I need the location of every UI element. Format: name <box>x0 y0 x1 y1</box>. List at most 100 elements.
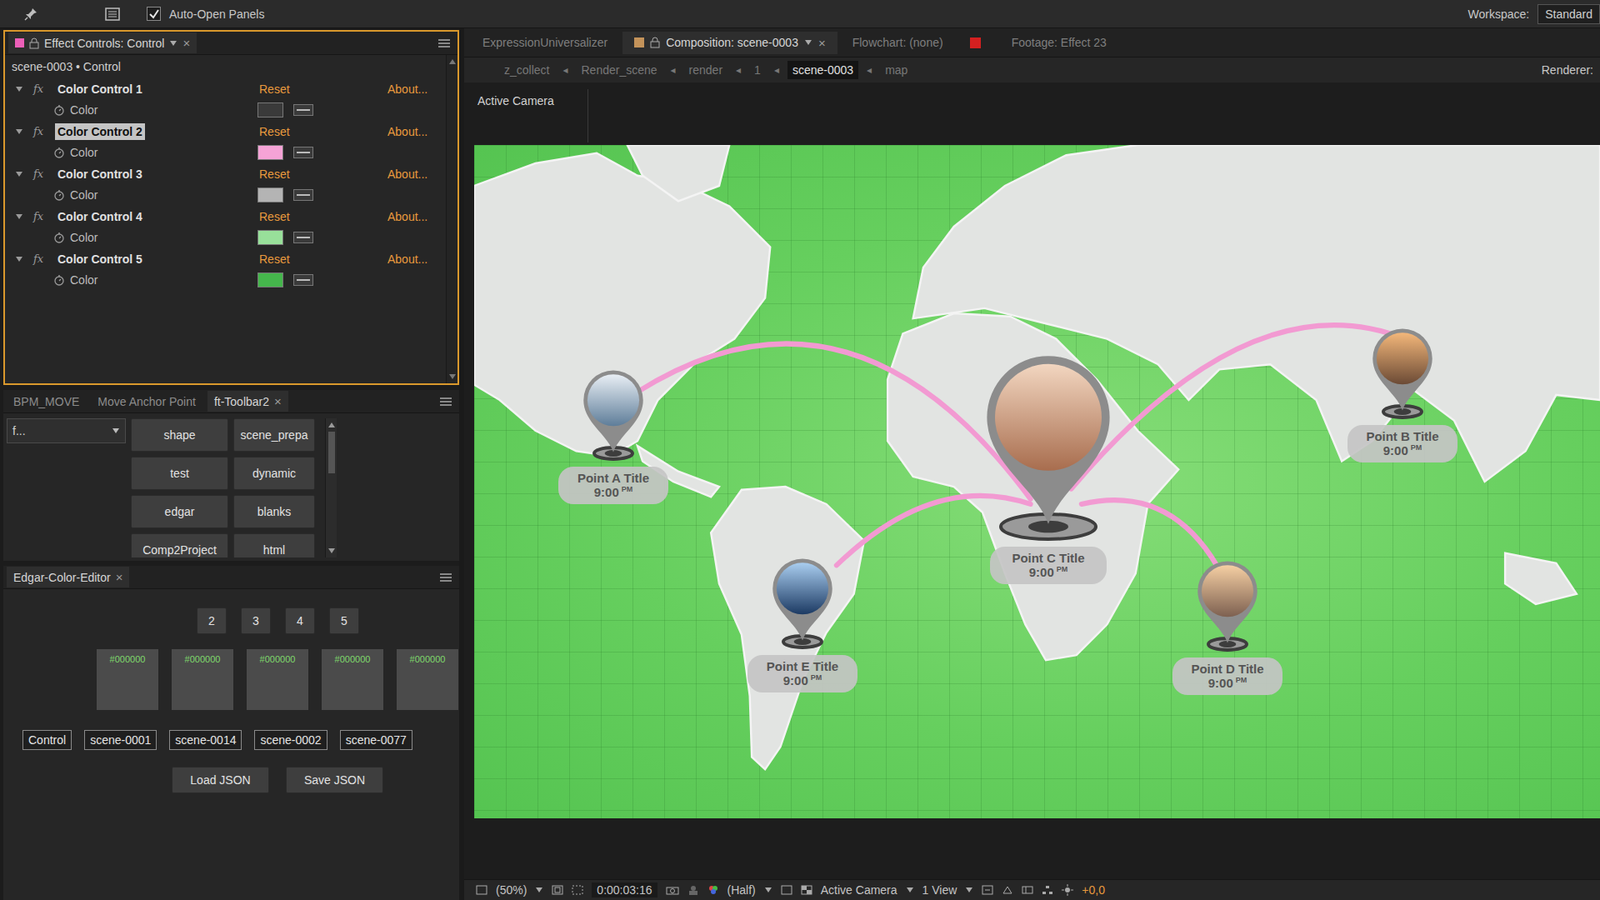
breadcrumb[interactable]: z_collect <box>499 60 555 80</box>
toggle-pixel-aspect-icon[interactable] <box>981 885 994 895</box>
world-map[interactable]: Point A Title9:00PMPoint B Title9:00PMPo… <box>474 145 1600 819</box>
script-button[interactable]: dynamic <box>233 456 315 490</box>
transparency-grid-icon[interactable] <box>800 885 813 895</box>
location-pin-icon[interactable] <box>1195 560 1260 645</box>
auto-open-label[interactable]: Auto-Open Panels <box>169 7 265 21</box>
script-button[interactable]: test <box>130 456 229 490</box>
tab-label[interactable]: Move Anchor Point <box>97 395 196 409</box>
channel-icon[interactable] <box>707 884 720 896</box>
panel-menu-icon[interactable] <box>439 396 453 407</box>
dropdown-arrow-icon[interactable] <box>111 427 120 435</box>
effect-name[interactable]: Color Control 1 <box>55 80 145 98</box>
breadcrumb[interactable]: scene-0003 <box>787 60 859 80</box>
color-swatch[interactable] <box>257 230 284 245</box>
map-point[interactable]: Point C Title9:00PM <box>956 353 1140 585</box>
mask-visibility-icon[interactable] <box>571 885 584 895</box>
script-button[interactable]: scene_prepa <box>233 418 315 452</box>
script-button[interactable]: html <box>233 533 315 558</box>
resolution-select[interactable]: (Half) <box>727 883 756 897</box>
breadcrumb[interactable]: render <box>684 60 728 80</box>
eyedropper-icon[interactable] <box>293 104 314 116</box>
reset-link[interactable]: Reset <box>259 252 388 266</box>
workspace-select[interactable]: Standard <box>1537 4 1600 25</box>
location-pin-icon[interactable] <box>580 369 646 454</box>
scroll-down-icon[interactable] <box>448 373 457 380</box>
tab-label[interactable]: ExpressionUniversalizer <box>482 35 608 50</box>
dropdown-arrow-icon[interactable] <box>169 40 178 47</box>
color-swatch[interactable]: #000000 <box>96 649 159 710</box>
dropdown-arrow-icon[interactable] <box>764 886 773 894</box>
effect-name[interactable]: Color Control 5 <box>55 250 145 268</box>
safe-margins-icon[interactable] <box>551 885 564 895</box>
tab-label[interactable]: Composition: scene-0003 <box>665 35 799 50</box>
close-button[interactable]: × <box>115 570 124 585</box>
zoom-select[interactable]: (50%) <box>495 883 527 897</box>
script-dropdown[interactable]: f... <box>6 418 126 444</box>
comp-name-field[interactable]: scene-0001 <box>84 730 157 750</box>
map-point[interactable]: Point D Title9:00PM <box>1135 560 1320 695</box>
location-pin-icon[interactable] <box>1370 327 1435 412</box>
panel-tab[interactable]: Move Anchor Point <box>90 391 203 412</box>
breadcrumb[interactable]: Render_scene <box>576 60 663 80</box>
effect-header[interactable]: fxColor Control 2ResetAbout... <box>5 120 446 142</box>
current-time[interactable]: 0:00:03:16 <box>591 882 657 898</box>
about-link[interactable]: About... <box>387 252 428 266</box>
lock-icon[interactable] <box>29 37 40 50</box>
color-swatch[interactable]: #000000 <box>246 649 309 710</box>
effect-name[interactable]: Color Control 3 <box>55 165 145 183</box>
viewer-tab[interactable]: Flowchart: (none) <box>840 31 955 54</box>
number-button[interactable]: 2 <box>196 607 227 635</box>
dropdown-arrow-icon[interactable] <box>535 886 544 894</box>
effect-header[interactable]: fxColor Control 1ResetAbout... <box>5 78 446 100</box>
about-link[interactable]: About... <box>387 125 428 139</box>
pin-icon[interactable] <box>23 6 39 22</box>
stopwatch-icon[interactable] <box>53 104 65 116</box>
timeline-icon[interactable] <box>1021 885 1034 895</box>
twirl-triangle-icon[interactable] <box>15 127 24 136</box>
panel-menu-icon[interactable] <box>439 572 453 583</box>
snapshot-camera-icon[interactable] <box>665 885 680 895</box>
tab-label[interactable]: Flowchart: (none) <box>852 35 944 50</box>
reset-link[interactable]: Reset <box>259 167 388 181</box>
json-button[interactable]: Save JSON <box>285 766 384 794</box>
close-button[interactable]: × <box>182 35 190 50</box>
breadcrumb[interactable]: map <box>880 60 913 80</box>
effect-name[interactable]: Color Control 2 <box>55 123 145 140</box>
panel-tab[interactable]: Edgar-Color-Editor× <box>6 566 130 588</box>
about-link[interactable]: About... <box>387 210 428 224</box>
comp-name-field[interactable]: scene-0077 <box>340 730 413 750</box>
panel-tab[interactable]: Effect Controls: Control× <box>8 32 197 54</box>
color-swatch[interactable]: #000000 <box>396 649 459 710</box>
comp-name-field[interactable]: scene-0002 <box>254 730 327 750</box>
tab-label[interactable]: ft-Toolbar2 <box>214 395 270 409</box>
panel-tab[interactable]: BPM_MOVE <box>6 391 86 412</box>
exposure-value[interactable]: +0,0 <box>1081 883 1105 897</box>
stopwatch-icon[interactable] <box>53 189 65 201</box>
exposure-icon[interactable] <box>1061 884 1074 896</box>
region-of-interest-icon[interactable] <box>780 885 793 895</box>
reset-link[interactable]: Reset <box>259 210 388 224</box>
script-button[interactable]: Comp2Project <box>130 533 229 558</box>
scroll-thumb[interactable] <box>328 431 335 474</box>
about-link[interactable]: About... <box>387 167 428 181</box>
effect-header[interactable]: fxColor Control 3ResetAbout... <box>5 163 446 185</box>
map-point[interactable]: Point A Title9:00PM <box>521 369 705 505</box>
panel-icon[interactable] <box>105 7 120 21</box>
lock-icon[interactable] <box>650 36 660 49</box>
color-swatch[interactable] <box>257 145 284 160</box>
viewer-tab[interactable]: ExpressionUniversalizer <box>470 31 620 54</box>
show-snapshot-icon[interactable] <box>687 885 700 895</box>
reset-link[interactable]: Reset <box>259 82 388 96</box>
color-swatch[interactable] <box>257 272 284 288</box>
number-button[interactable]: 4 <box>285 607 315 635</box>
fast-previews-icon[interactable] <box>1001 885 1014 895</box>
dropdown-arrow-icon[interactable] <box>804 39 813 46</box>
about-link[interactable]: About... <box>387 82 428 96</box>
json-button[interactable]: Load JSON <box>171 766 270 794</box>
twirl-triangle-icon[interactable] <box>15 212 24 221</box>
scroll-up-icon[interactable] <box>327 421 336 429</box>
view-layout-select[interactable]: 1 View <box>922 883 958 897</box>
map-point[interactable]: Point E Title9:00PM <box>710 557 895 693</box>
color-swatch[interactable] <box>257 187 284 203</box>
script-button[interactable]: shape <box>130 418 229 452</box>
